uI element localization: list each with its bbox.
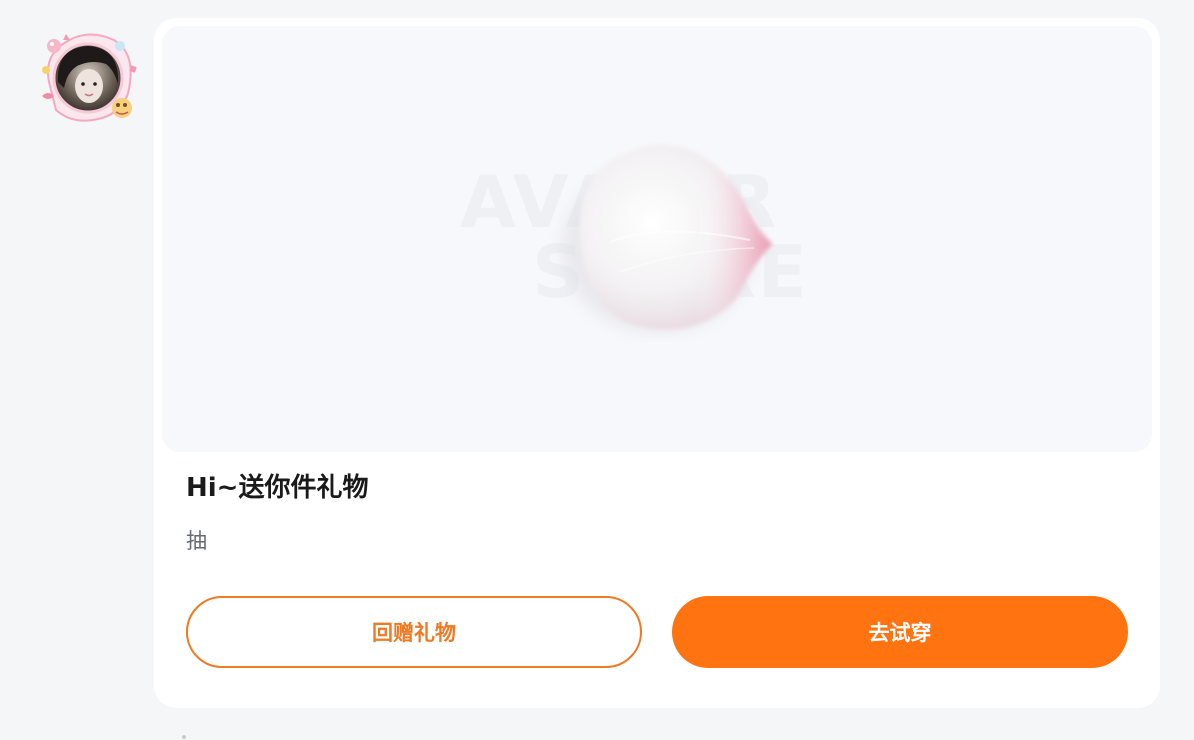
chat-page: AVATAR STORE bbox=[0, 0, 1194, 740]
next-message-edge bbox=[182, 735, 186, 739]
gift-message-card[interactable]: AVATAR STORE bbox=[154, 18, 1160, 708]
try-on-button[interactable]: 去试穿 bbox=[672, 596, 1128, 668]
sender-avatar[interactable] bbox=[36, 26, 140, 130]
gift-title: Hi~送你件礼物 bbox=[186, 473, 369, 503]
petal-icon bbox=[562, 145, 772, 332]
return-gift-button[interactable]: 回赠礼物 bbox=[186, 596, 642, 668]
avatar-frame-icon bbox=[42, 33, 137, 122]
gift-subtitle: 抽 bbox=[186, 529, 207, 553]
gift-preview[interactable]: AVATAR STORE bbox=[162, 26, 1152, 452]
